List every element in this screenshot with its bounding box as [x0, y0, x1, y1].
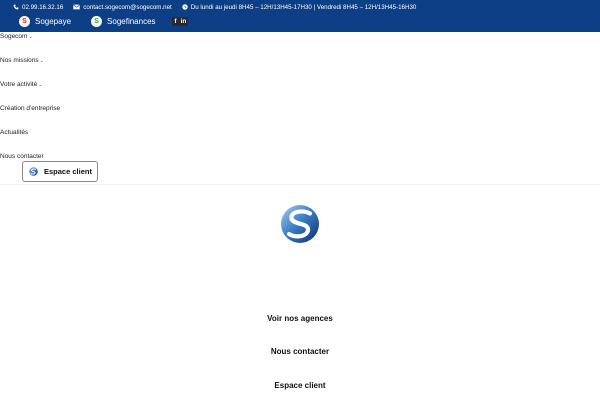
opening-hours: Du lundi au jeudi 8H45 – 12H/13H45-17H30… — [182, 3, 417, 11]
chevron-down-icon: ⌄ — [39, 57, 44, 64]
sogepaye-label: Sogepaye — [35, 16, 72, 26]
nav-item-label: Nous contacter — [0, 153, 44, 160]
sogecom-logo-icon — [29, 167, 38, 176]
nav-item-label: Nos missions — [0, 57, 39, 64]
espace-client-button[interactable]: Espace client — [22, 161, 98, 182]
phone-link[interactable]: 02.99.16.32.16 — [13, 4, 63, 11]
chevron-down-icon: ⌄ — [38, 81, 43, 88]
envelope-icon — [73, 4, 81, 10]
nav-item-votre-activite[interactable]: Votre activité ⌄ — [0, 81, 42, 88]
nav-item-label: Votre activité — [0, 81, 38, 88]
nav-item-nous-contacter[interactable]: Nous contacter — [0, 153, 44, 160]
phone-number: 02.99.16.32.16 — [22, 3, 64, 11]
section-divider — [0, 184, 600, 185]
nav-item-nos-missions[interactable]: Nos missions ⌄ — [0, 57, 44, 64]
sogecom-logo-icon — [281, 205, 319, 243]
sogefinances-logo-icon: S — [91, 15, 103, 27]
sogepaye-link[interactable]: S Sogepaye — [19, 15, 72, 27]
voir-nos-agences-link[interactable]: Voir nos agences — [0, 314, 600, 323]
nav-item-label: Création d'entreprise — [0, 105, 61, 112]
brand-row: S Sogepaye S Sogefinances f in — [19, 13, 188, 29]
top-bar: 02.99.16.32.16 contact.sogecom@sogecom.n… — [0, 0, 600, 32]
nav-item-label: Actualités — [0, 129, 29, 136]
sogefinances-link[interactable]: S Sogefinances — [91, 15, 156, 27]
hours-text: Du lundi au jeudi 8H45 – 12H/13H45-17H30… — [190, 3, 417, 11]
email-link[interactable]: contact.sogecom@sogecom.net — [73, 3, 172, 11]
facebook-icon[interactable]: f — [171, 16, 180, 26]
email-address: contact.sogecom@sogecom.net — [83, 3, 172, 11]
clock-icon — [182, 4, 188, 10]
chevron-down-icon: ⌄ — [28, 33, 33, 40]
sogefinances-label: Sogefinances — [107, 16, 156, 26]
nous-contacter-link[interactable]: Nous contacter — [0, 347, 600, 356]
phone-icon — [13, 4, 19, 10]
espace-client-label: Espace client — [44, 167, 92, 176]
contact-row: 02.99.16.32.16 contact.sogecom@sogecom.n… — [13, 2, 426, 12]
social-links: f in — [171, 16, 188, 26]
nav-item-creation-entreprise[interactable]: Création d'entreprise — [0, 105, 60, 112]
nav-item-sogecom[interactable]: Sogecom ⌄ — [0, 33, 33, 40]
nav-item-actualites[interactable]: Actualités — [0, 129, 28, 136]
nav-item-label: Sogecom — [0, 33, 28, 40]
linkedin-icon[interactable]: in — [179, 16, 188, 26]
espace-client-link[interactable]: Espace client — [0, 381, 600, 390]
sogepaye-logo-icon: S — [19, 15, 30, 27]
